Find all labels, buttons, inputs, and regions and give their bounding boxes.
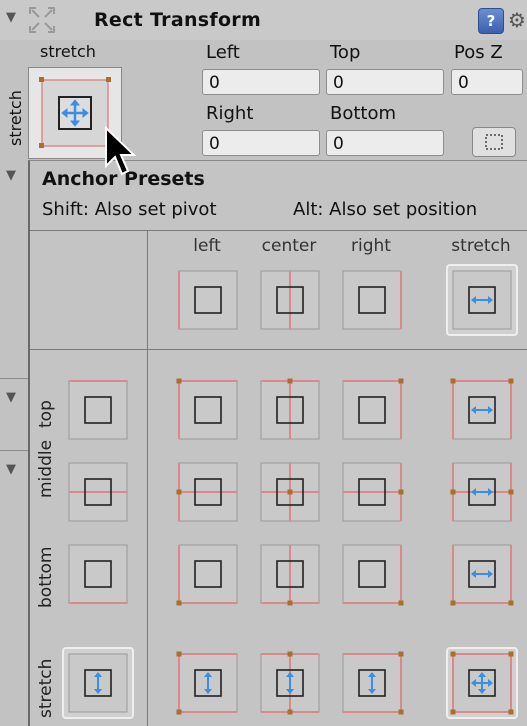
blueprint-mode-button[interactable] <box>472 127 516 157</box>
column-label-center: center <box>261 236 317 256</box>
bottom-field[interactable]: 0 <box>326 130 444 156</box>
anchor-preset-right-none[interactable] <box>335 263 409 337</box>
row-label-stretch: stretch <box>36 658 56 718</box>
alt-hint: Alt: Also set position <box>293 199 478 220</box>
anchor-preset-center-bottom[interactable] <box>253 537 327 611</box>
component-header <box>0 0 527 40</box>
anchor-preset-left-middle[interactable] <box>171 455 245 529</box>
column-label-stretch: stretch <box>451 236 511 256</box>
help-icon[interactable]: ? <box>478 8 504 34</box>
anchor-preset-stretch-bottom[interactable] <box>445 537 519 611</box>
gear-icon[interactable]: ⚙ <box>508 8 526 32</box>
anchor-preset-right-top[interactable] <box>335 373 409 447</box>
column-label-right: right <box>351 236 391 256</box>
anchor-preset-stretch-top[interactable] <box>445 373 519 447</box>
component-title: Rect Transform <box>94 9 262 31</box>
mouse-cursor-icon <box>105 126 137 176</box>
anchor-preset-right-middle[interactable] <box>335 455 409 529</box>
anchor-preset-none-bottom[interactable] <box>61 537 135 611</box>
fold-triangle-icon[interactable]: ▼ <box>6 10 16 25</box>
fold-triangle-icon[interactable]: ▼ <box>6 462 16 477</box>
anchor-preset-left-stretch[interactable] <box>171 646 245 720</box>
anchor-preset-stretch-middle[interactable] <box>445 455 519 529</box>
top-field[interactable]: 0 <box>326 69 444 95</box>
row-label-bottom: bottom <box>36 546 56 608</box>
fold-triangle-icon[interactable]: ▼ <box>6 168 16 183</box>
anchor-preset-right-bottom[interactable] <box>335 537 409 611</box>
posz-label: Pos Z <box>454 42 503 63</box>
anchor-preset-none-top[interactable] <box>61 373 135 447</box>
anchor-preset-none-middle[interactable] <box>61 455 135 529</box>
row-label-middle: middle <box>36 439 56 498</box>
divider <box>0 450 28 451</box>
anchor-preset-left-bottom[interactable] <box>171 537 245 611</box>
rect-transform-icon <box>29 7 55 33</box>
anchor-preset-center-top[interactable] <box>253 373 327 447</box>
anchor-preset-stretch-stretch[interactable] <box>445 646 519 720</box>
posz-field[interactable]: 0 <box>451 69 523 95</box>
divider <box>30 230 527 231</box>
shift-hint: Shift: Also set pivot <box>42 199 217 220</box>
anchor-preset-stretch-none[interactable] <box>445 263 519 337</box>
divider <box>147 230 148 726</box>
right-label: Right <box>206 103 254 124</box>
anchor-preset-center-middle[interactable] <box>253 455 327 529</box>
anchor-preset-left-none[interactable] <box>171 263 245 337</box>
right-field[interactable]: 0 <box>202 130 320 156</box>
divider <box>0 378 28 379</box>
anchor-horizontal-label: stretch <box>40 42 96 61</box>
top-label: Top <box>330 42 361 63</box>
anchor-preset-none-stretch[interactable] <box>61 646 135 720</box>
row-label-top: top <box>36 400 56 428</box>
bottom-label: Bottom <box>330 103 397 124</box>
divider <box>30 349 527 350</box>
anchor-preset-left-top[interactable] <box>171 373 245 447</box>
left-field[interactable]: 0 <box>202 69 320 95</box>
anchor-preset-center-none[interactable] <box>253 263 327 337</box>
anchor-preset-right-stretch[interactable] <box>335 646 409 720</box>
left-label: Left <box>206 42 240 63</box>
anchor-preset-center-stretch[interactable] <box>253 646 327 720</box>
column-label-left: left <box>193 236 221 256</box>
fold-triangle-icon[interactable]: ▼ <box>6 390 16 405</box>
anchor-vertical-label: stretch <box>6 90 25 146</box>
